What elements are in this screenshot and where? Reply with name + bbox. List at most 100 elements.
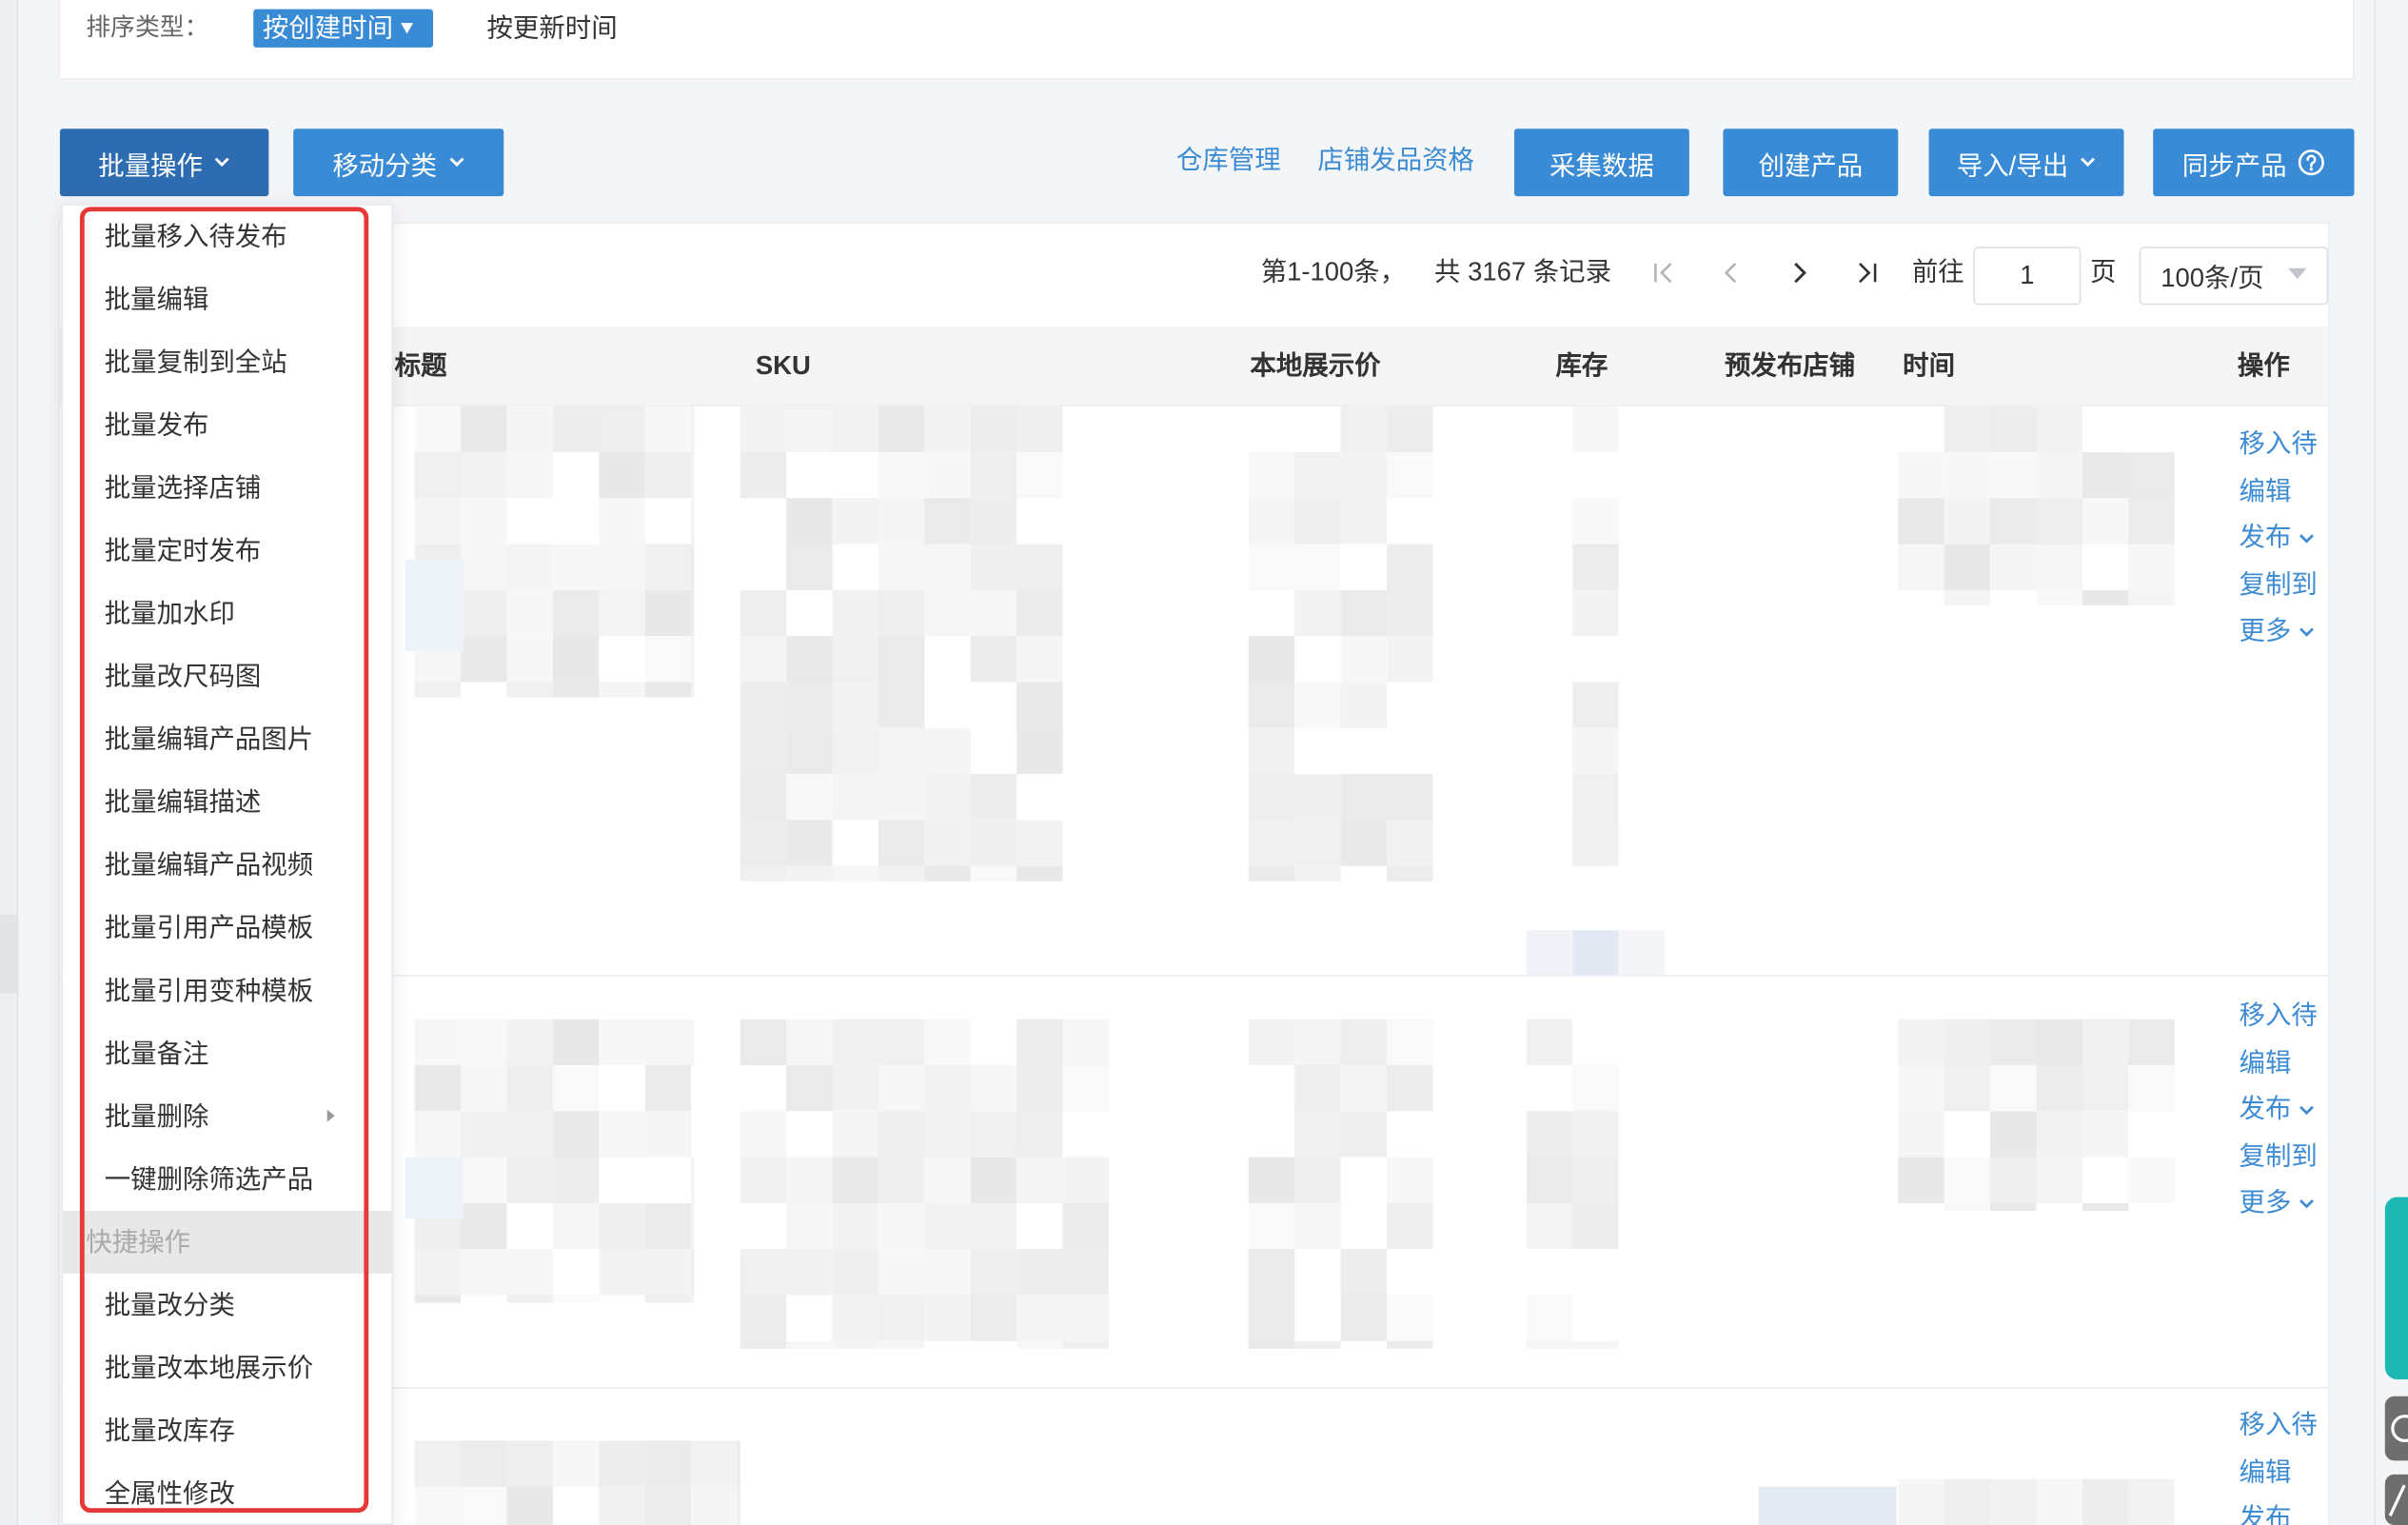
menu-item-batch-edit-product-images[interactable]: 批量编辑产品图片	[63, 708, 391, 771]
menu-item-batch-select-store[interactable]: 批量选择店铺	[63, 457, 391, 520]
sort-by-created-button[interactable]: 按创建时间	[253, 9, 434, 48]
blurred-cell	[644, 406, 692, 452]
customer-service-widget[interactable]	[2384, 1197, 2408, 1380]
blurred-cell	[924, 1202, 971, 1250]
chevron-down-icon	[2299, 1105, 2314, 1115]
batch-operations-button[interactable]: 批量操作	[59, 129, 269, 197]
move-to-pending-link[interactable]: 移入待	[2240, 993, 2329, 1040]
menu-item-batch-change-category[interactable]: 批量改分类	[63, 1274, 391, 1337]
sort-by-created-label: 按创建时间	[262, 13, 394, 44]
blurred-cell	[924, 820, 971, 866]
edit-link[interactable]: 编辑	[2240, 1449, 2329, 1495]
blurred-cell	[414, 406, 462, 452]
blurred-cell	[506, 1111, 553, 1158]
blurred-cell	[599, 451, 645, 499]
more-actions-link[interactable]: 更多	[2240, 608, 2329, 655]
blurred-cell	[740, 406, 787, 452]
blurred-cell	[1016, 1019, 1063, 1065]
blurred-cell	[878, 636, 925, 683]
blurred-cell	[461, 1249, 507, 1296]
blurred-cell	[1526, 1295, 1573, 1341]
move-to-pending-link[interactable]: 移入待	[2240, 1402, 2329, 1449]
blurred-cell	[1572, 774, 1619, 821]
menu-item-batch-add-watermark[interactable]: 批量加水印	[63, 583, 391, 645]
blurred-cell	[1944, 1157, 1991, 1203]
create-product-button[interactable]: 创建产品	[1723, 129, 1899, 197]
blurred-cell	[691, 406, 695, 452]
more-actions-link[interactable]: 更多	[2240, 1180, 2329, 1227]
publish-dropdown-link[interactable]: 发布	[2240, 1087, 2329, 1134]
blurred-cell	[924, 1295, 971, 1341]
blurred-cell	[1944, 1019, 1991, 1065]
blurred-cell	[1294, 1202, 1341, 1250]
blurred-cell	[1898, 544, 1944, 590]
blurred-cell	[878, 682, 925, 728]
blurred-cell	[644, 544, 692, 590]
blurred-cell	[878, 544, 925, 590]
blurred-cell	[970, 498, 1017, 545]
store-qualification-link[interactable]: 店铺发品资格	[1317, 143, 1474, 180]
edit-link[interactable]: 编辑	[2240, 1040, 2329, 1086]
menu-item-batch-edit-size-chart[interactable]: 批量改尺码图	[63, 645, 391, 708]
blurred-cell	[740, 1340, 787, 1349]
blurred-cell	[552, 1064, 600, 1112]
menu-item-delete-filtered-products[interactable]: 一键删除筛选产品	[63, 1148, 391, 1211]
blurred-cell	[414, 451, 462, 499]
menu-item-batch-publish[interactable]: 批量发布	[63, 394, 391, 457]
blurred-cell	[740, 451, 787, 499]
blurred-cell	[1340, 682, 1388, 728]
move-category-button[interactable]: 移动分类	[293, 129, 504, 197]
publish-dropdown-link[interactable]: 发布	[2240, 515, 2329, 562]
import-export-button[interactable]: 导入/导出	[1928, 129, 2124, 197]
blurred-cell	[1387, 774, 1433, 821]
blurred-cell	[1294, 1064, 1341, 1112]
menu-item-batch-edit[interactable]: 批量编辑	[63, 268, 391, 331]
collect-data-button[interactable]: 采集数据	[1513, 129, 1689, 197]
blurred-cell	[461, 451, 507, 499]
blurred-cell	[1990, 451, 2037, 499]
menu-item-batch-move-to-pending[interactable]: 批量移入待发布	[63, 206, 391, 268]
sort-type-label: 排序类型：	[86, 15, 209, 42]
blurred-cell	[506, 544, 553, 590]
blurred-cell	[2128, 1019, 2175, 1065]
menu-item-batch-edit-product-video[interactable]: 批量编辑产品视频	[63, 834, 391, 897]
blurred-cell	[1340, 774, 1388, 821]
menu-item-batch-apply-variant-template[interactable]: 批量引用变种模板	[63, 960, 391, 1022]
blurred-cell	[832, 498, 878, 545]
sort-by-updated-button[interactable]: 按更新时间	[486, 10, 617, 50]
blurred-cell	[1016, 1340, 1063, 1349]
menu-item-batch-remark[interactable]: 批量备注	[63, 1022, 391, 1085]
blurred-cell	[1758, 1486, 1897, 1525]
blurred-cell	[644, 1202, 692, 1250]
edit-link[interactable]: 编辑	[2240, 468, 2329, 515]
blurred-cell	[599, 1111, 645, 1158]
blurred-cell	[1016, 1111, 1063, 1158]
menu-item-batch-change-stock[interactable]: 批量改库存	[63, 1399, 391, 1462]
blurred-cell	[740, 682, 787, 728]
sync-products-button[interactable]: 同步产品	[2153, 129, 2355, 197]
copy-to-all-sites-link[interactable]: 复制到	[2240, 562, 2329, 608]
move-to-pending-link[interactable]: 移入待	[2240, 422, 2329, 468]
copy-to-all-sites-link[interactable]: 复制到	[2240, 1134, 2329, 1180]
blurred-cell	[506, 1440, 553, 1487]
menu-item-batch-delete[interactable]: 批量删除	[63, 1085, 391, 1148]
import-export-label: 导入/导出	[1956, 150, 2069, 181]
refresh-widget[interactable]	[2384, 1396, 2408, 1461]
blurred-cell	[644, 1295, 692, 1303]
help-circle-icon[interactable]	[2298, 149, 2325, 176]
blurred-cell	[878, 1064, 925, 1112]
edit-widget[interactable]	[2384, 1474, 2408, 1525]
menu-item-batch-scheduled-publish[interactable]: 批量定时发布	[63, 520, 391, 583]
menu-item-batch-change-local-price[interactable]: 批量改本地展示价	[63, 1337, 391, 1399]
blurred-cell	[786, 1064, 833, 1112]
menu-item-batch-edit-description[interactable]: 批量编辑描述	[63, 771, 391, 834]
blurred-cell	[1340, 498, 1388, 545]
menu-item-batch-copy-to-all-sites[interactable]: 批量复制到全站	[63, 331, 391, 394]
warehouse-management-link[interactable]: 仓库管理	[1176, 143, 1281, 180]
row-actions: 移入待 编辑 发布 复制到 更多	[2240, 993, 2329, 1227]
menu-item-edit-all-attributes[interactable]: 全属性修改	[63, 1462, 391, 1525]
publish-dropdown-link[interactable]: 发布	[2240, 1495, 2329, 1525]
menu-item-batch-apply-product-template[interactable]: 批量引用产品模板	[63, 897, 391, 960]
blurred-cell	[599, 1202, 645, 1250]
blurred-cell	[1294, 865, 1341, 881]
